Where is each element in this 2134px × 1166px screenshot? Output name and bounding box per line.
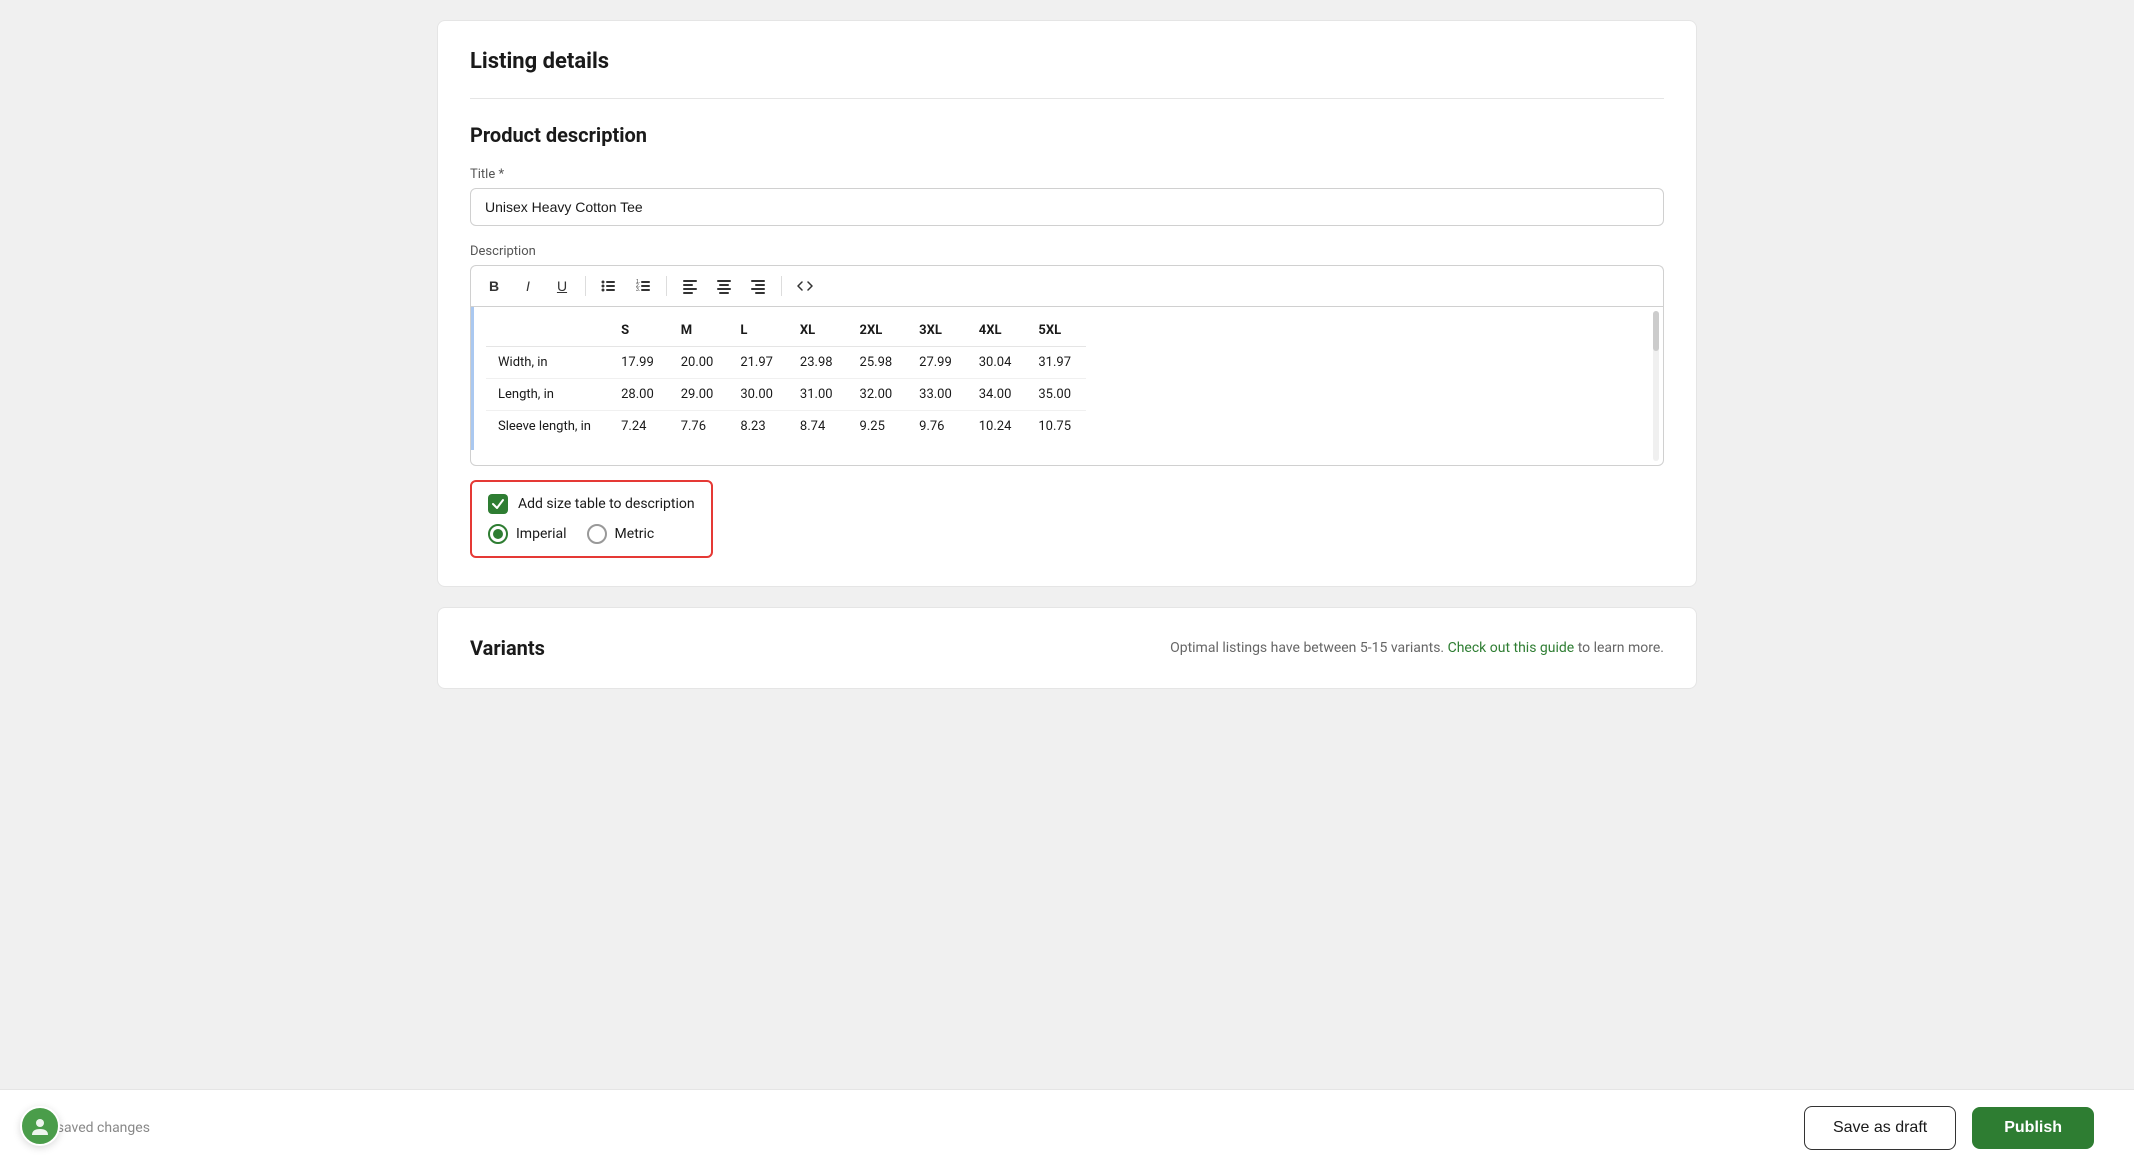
ordered-list-button[interactable]: 1. 2. 3. [628,272,658,300]
title-input[interactable] [470,188,1664,226]
row-width-m: 20.00 [669,347,729,379]
row-width-l: 21.97 [728,347,788,379]
table-row: Width, in 17.99 20.00 21.97 23.98 25.98 … [486,347,1086,379]
table-header-m: M [669,315,729,347]
row-sleeve-5xl: 10.75 [1026,411,1086,443]
bold-button[interactable]: B [479,272,509,300]
row-length-xl: 31.00 [788,379,848,411]
imperial-label: Imperial [516,526,567,542]
avatar-button[interactable] [20,1106,60,1146]
underline-button[interactable]: U [547,272,577,300]
row-length-3xl: 33.00 [907,379,967,411]
metric-radio[interactable] [587,524,607,544]
table-header-5xl: 5XL [1026,315,1086,347]
unordered-list-button[interactable] [594,272,624,300]
listing-details-title: Listing details [470,49,1664,74]
bottom-bar: Unsaved changes Save as draft Publish [0,1089,2134,1166]
table-header-xl: XL [788,315,848,347]
align-left-button[interactable] [675,272,705,300]
variants-hint: Optimal listings have between 5-15 varia… [1170,640,1664,656]
row-sleeve-l: 8.23 [728,411,788,443]
save-draft-button[interactable]: Save as draft [1804,1106,1956,1150]
row-sleeve-3xl: 9.76 [907,411,967,443]
svg-text:3.: 3. [636,287,640,293]
row-width-s: 17.99 [609,347,669,379]
size-table-wrapper: S M L XL 2XL 3XL 4XL 5XL [471,307,1663,450]
toolbar-sep-3 [781,276,782,296]
imperial-radio-option[interactable]: Imperial [488,524,567,544]
description-label: Description [470,244,1664,259]
editor-toolbar: B I U 1. [470,265,1664,306]
table-header-s: S [609,315,669,347]
align-center-icon [716,278,732,294]
row-sleeve-label: Sleeve length, in [486,411,609,443]
size-table-options: Add size table to description Imperial M… [470,480,713,558]
code-icon [797,278,813,294]
align-left-icon [682,278,698,294]
row-width-5xl: 31.97 [1026,347,1086,379]
table-header-2xl: 2XL [848,315,908,347]
table-header-3xl: 3XL [907,315,967,347]
publish-button[interactable]: Publish [1972,1107,2094,1149]
row-length-2xl: 32.00 [848,379,908,411]
variants-hint-suffix: to learn more. [1578,640,1664,656]
align-right-button[interactable] [743,272,773,300]
variants-header: Variants Optimal listings have between 5… [470,636,1664,660]
toolbar-sep-1 [585,276,586,296]
ul-icon [601,278,617,294]
align-right-icon [750,278,766,294]
row-sleeve-xl: 8.74 [788,411,848,443]
row-sleeve-4xl: 10.24 [967,411,1027,443]
description-field-group: Description B I U [470,244,1664,466]
row-width-4xl: 30.04 [967,347,1027,379]
avatar-icon [29,1115,51,1137]
table-header-empty [486,315,609,347]
add-size-table-row: Add size table to description [488,494,695,514]
row-length-m: 29.00 [669,379,729,411]
table-row: Length, in 28.00 29.00 30.00 31.00 32.00… [486,379,1086,411]
editor-content[interactable]: S M L XL 2XL 3XL 4XL 5XL [470,306,1664,466]
row-width-3xl: 27.99 [907,347,967,379]
table-header-l: L [728,315,788,347]
variants-title: Variants [470,636,545,660]
italic-button[interactable]: I [513,272,543,300]
variants-section: Variants Optimal listings have between 5… [437,607,1697,689]
scrollbar-track[interactable] [1653,311,1659,461]
table-row: Sleeve length, in 7.24 7.76 8.23 8.74 9.… [486,411,1086,443]
add-size-table-checkbox[interactable] [488,494,508,514]
size-table: S M L XL 2XL 3XL 4XL 5XL [486,315,1086,442]
table-header-row: S M L XL 2XL 3XL 4XL 5XL [486,315,1086,347]
row-sleeve-s: 7.24 [609,411,669,443]
row-length-s: 28.00 [609,379,669,411]
toolbar-sep-2 [666,276,667,296]
unit-radio-group: Imperial Metric [488,524,695,544]
variants-guide-link[interactable]: Check out this guide [1448,640,1575,656]
align-center-button[interactable] [709,272,739,300]
metric-label: Metric [615,526,655,542]
row-sleeve-2xl: 9.25 [848,411,908,443]
listing-details-section: Listing details Product description Titl… [437,20,1697,587]
title-field-group: Title * [470,167,1664,244]
row-sleeve-m: 7.76 [669,411,729,443]
row-width-2xl: 25.98 [848,347,908,379]
row-width-xl: 23.98 [788,347,848,379]
imperial-radio[interactable] [488,524,508,544]
checkmark-icon [491,497,505,511]
table-header-4xl: 4XL [967,315,1027,347]
metric-radio-option[interactable]: Metric [587,524,655,544]
row-length-l: 30.00 [728,379,788,411]
variants-hint-text: Optimal listings have between 5-15 varia… [1170,640,1444,656]
product-description-title: Product description [470,123,1664,147]
row-width-label: Width, in [486,347,609,379]
row-length-5xl: 35.00 [1026,379,1086,411]
title-label: Title * [470,167,1664,182]
add-size-table-label: Add size table to description [518,496,695,512]
ol-icon: 1. 2. 3. [635,278,651,294]
row-length-label: Length, in [486,379,609,411]
scrollbar-thumb[interactable] [1653,311,1659,351]
row-length-4xl: 34.00 [967,379,1027,411]
code-button[interactable] [790,272,820,300]
